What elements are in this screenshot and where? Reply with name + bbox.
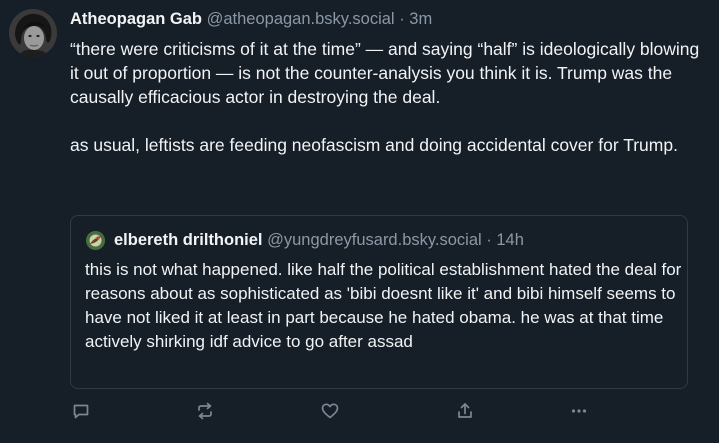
post-text: “there were criticisms of it at the time…: [70, 37, 700, 157]
header-separator: ·: [399, 10, 405, 28]
share-button[interactable]: [454, 400, 476, 422]
post-actions: [70, 400, 710, 422]
post-paragraph: as usual, leftists are feeding neofascis…: [70, 135, 678, 155]
reply-icon: [73, 404, 89, 419]
quoted-header-separator: ·: [486, 231, 492, 249]
repost-icon: [198, 402, 212, 420]
quoted-post-text: this is not what happened. like half the…: [85, 260, 682, 351]
more-options-button[interactable]: [568, 400, 590, 422]
quoted-post[interactable]: elbereth drilthoniel @yungdreyfusard.bsk…: [70, 215, 688, 389]
quoted-post-timestamp[interactable]: 14h: [496, 231, 524, 249]
author-handle[interactable]: @atheopagan.bsky.social: [207, 10, 395, 28]
quoted-author-avatar[interactable]: [86, 231, 105, 250]
author-display-name[interactable]: Atheopagan Gab: [70, 10, 202, 28]
author-avatar[interactable]: [9, 9, 57, 57]
author-avatar-image: [9, 9, 57, 57]
like-button[interactable]: [319, 400, 341, 422]
like-icon: [321, 403, 339, 419]
repost-button[interactable]: [194, 400, 216, 422]
post-timestamp[interactable]: 3m: [409, 10, 432, 28]
quoted-post-header: elbereth drilthoniel @yungdreyfusard.bsk…: [114, 230, 524, 250]
share-icon: [458, 403, 472, 418]
post[interactable]: Atheopagan Gab @atheopagan.bsky.social ·…: [0, 0, 719, 443]
quoted-author-display-name[interactable]: elbereth drilthoniel: [114, 231, 263, 249]
post-header: Atheopagan Gab @atheopagan.bsky.social ·…: [70, 9, 432, 29]
more-icon: [571, 409, 587, 413]
quoted-author-avatar-image: [86, 231, 105, 250]
quoted-author-handle[interactable]: @yungdreyfusard.bsky.social: [267, 231, 482, 249]
post-paragraph: “there were criticisms of it at the time…: [70, 39, 700, 107]
reply-button[interactable]: [70, 400, 92, 422]
